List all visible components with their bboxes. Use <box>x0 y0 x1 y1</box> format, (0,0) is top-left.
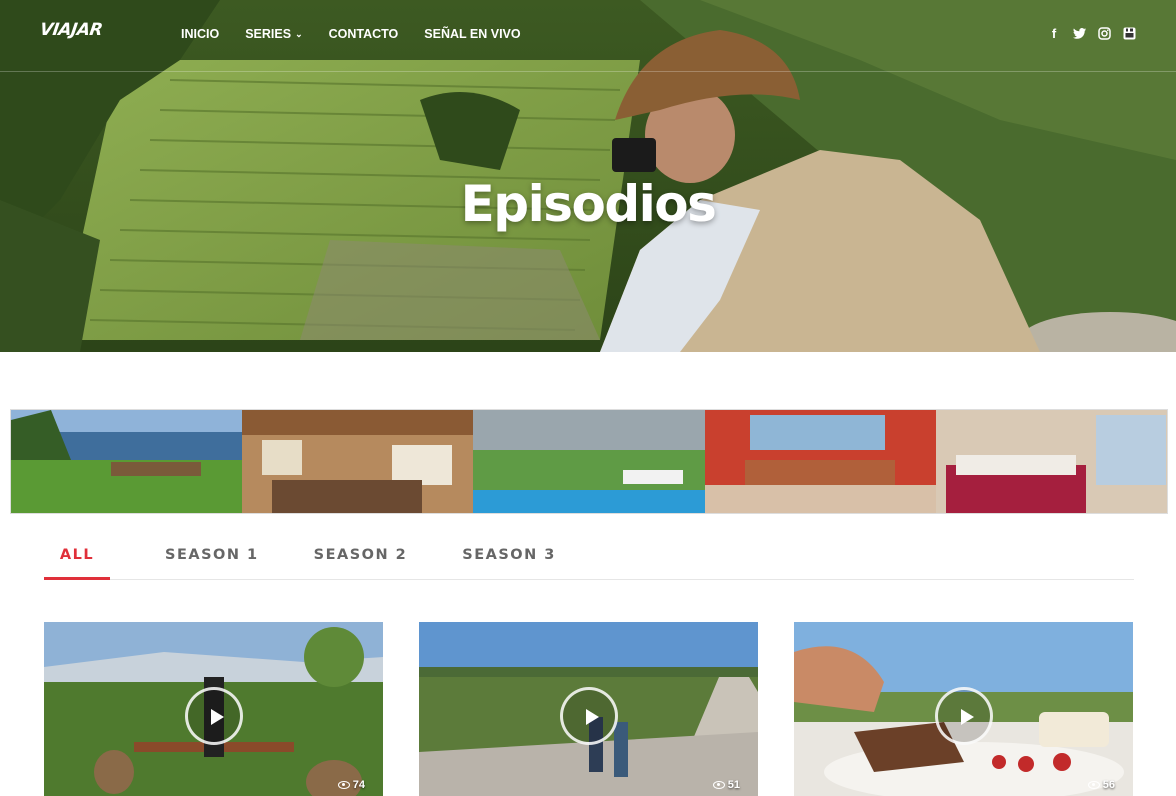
nav-item-series-label: SERIES <box>245 27 292 41</box>
gallery-image-pool <box>473 410 705 513</box>
gallery-image-jacuzzi-room <box>704 410 936 513</box>
eye-icon <box>337 781 350 789</box>
gallery-image-lake-lawn <box>11 410 243 513</box>
tab-all[interactable]: ALL <box>44 536 110 580</box>
gallery-strip <box>10 409 1168 514</box>
play-button[interactable] <box>934 687 993 745</box>
nav-item-senal-en-vivo[interactable]: SEÑAL EN VIVO <box>424 27 520 41</box>
site-logo[interactable]: VIAJAR <box>39 20 104 40</box>
twitter-icon[interactable] <box>1072 25 1086 41</box>
play-button[interactable] <box>559 687 618 745</box>
nav-item-inicio[interactable]: INICIO <box>181 27 219 41</box>
episode-card[interactable]: 74 <box>44 622 383 796</box>
view-count: 74 <box>337 779 365 791</box>
tab-season-3[interactable]: SEASON 3 <box>462 536 556 580</box>
episode-card[interactable]: 51 <box>419 622 758 796</box>
view-count: 51 <box>712 779 740 791</box>
view-count-value: 74 <box>352 779 365 791</box>
view-count-value: 51 <box>727 779 740 791</box>
chevron-down-icon: ⌄ <box>295 28 303 39</box>
hero-banner: VIAJAR INICIO SERIES ⌄ CONTACTO SEÑAL EN… <box>0 0 1176 352</box>
eye-icon <box>1087 781 1100 789</box>
instagram-icon[interactable] <box>1097 25 1111 41</box>
nav-item-contacto[interactable]: CONTACTO <box>329 27 399 41</box>
tab-season-2[interactable]: SEASON 2 <box>314 536 408 580</box>
view-count: 56 <box>1087 779 1115 791</box>
tab-season-1[interactable]: SEASON 1 <box>165 536 259 580</box>
youtube-icon[interactable] <box>1122 25 1136 41</box>
facebook-icon[interactable]: f <box>1047 25 1061 41</box>
nav-item-series[interactable]: SERIES ⌄ <box>245 27 302 41</box>
top-navigation-bar: VIAJAR INICIO SERIES ⌄ CONTACTO SEÑAL EN… <box>0 0 1176 72</box>
view-count-value: 56 <box>1102 779 1115 791</box>
gallery-image-bedroom <box>935 410 1168 513</box>
play-button[interactable] <box>184 687 243 745</box>
eye-icon <box>712 781 725 789</box>
gallery-image-lodge-interior <box>242 410 474 513</box>
main-nav: INICIO SERIES ⌄ CONTACTO SEÑAL EN VIVO <box>181 27 547 41</box>
page-title: Episodios <box>460 175 717 233</box>
episode-card[interactable]: 56 <box>794 622 1133 796</box>
social-links: f <box>1047 25 1136 41</box>
season-tabs: ALL SEASON 1 SEASON 2 SEASON 3 <box>44 536 1134 580</box>
